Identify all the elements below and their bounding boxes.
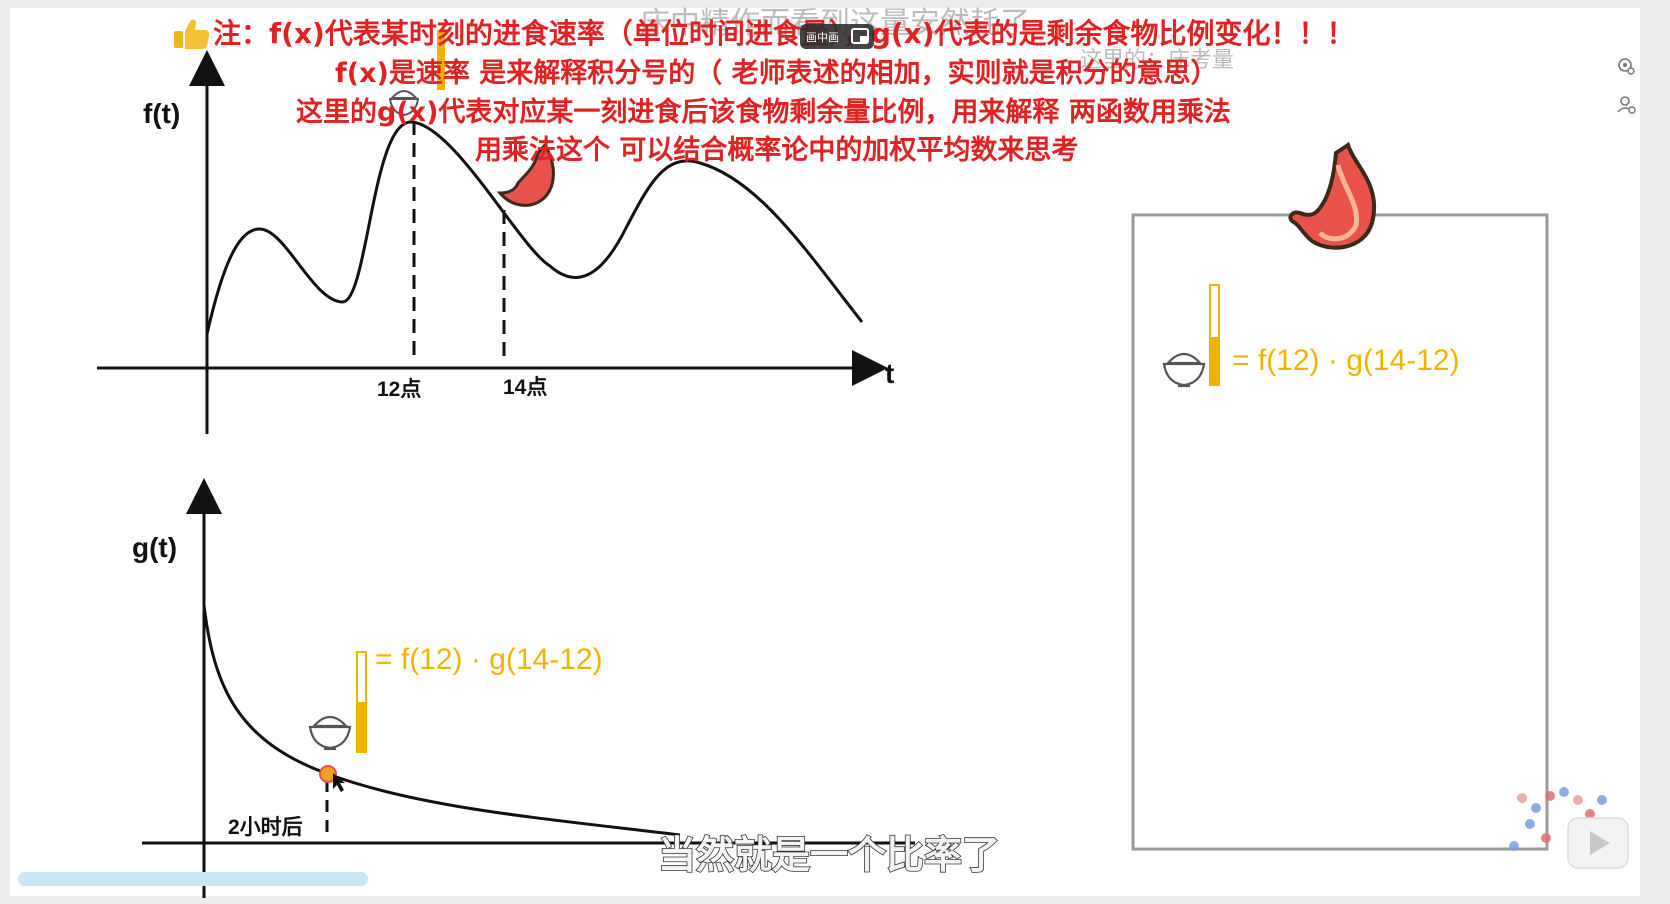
g-portion-bar-fill <box>357 702 366 752</box>
panel-portion-bar-fill <box>1210 337 1219 385</box>
video-subtitle: 当然就是一个比率了 <box>658 833 1000 877</box>
f-tick-12: 12点 <box>377 377 421 401</box>
note-line-1: 注：f(x)代表某时刻的进食速率（单位时间进食量），g(x)代表的是剩余食物比例… <box>213 17 1355 50</box>
panel-formula: = f(12) · g(14-12) <box>1232 344 1460 377</box>
f-x-label: t <box>885 358 894 389</box>
f-tick-14: 14点 <box>503 375 547 399</box>
g-tick-2h: 2小时后 <box>228 816 303 839</box>
note-line-3: 这里的g(x)代表对应某一刻进食后该食物剩余量比例，用来解释 两函数用乘法 <box>296 96 1231 128</box>
blue-swoosh <box>18 872 368 886</box>
f-y-label: f(t) <box>143 98 180 129</box>
pip-button[interactable]: 画中画 <box>800 24 874 49</box>
video-frame: 床中精作而看到这量安然耗了 这里的：床考量 f(t) t 12点 14点 g(t… <box>10 6 1640 898</box>
play-button[interactable] <box>1567 817 1629 869</box>
note-line-2: f(x)是速率 是来解释积分号的（ 老师表述的相加，实则就是积分的意思） <box>335 57 1218 89</box>
note-line-4: 用乘法这个 可以结合概率论中的加权平均数来思考 <box>475 134 1078 166</box>
g-y-label: g(t) <box>132 532 177 563</box>
stomach-panel: = f(12) · g(14-12) <box>1131 141 1549 851</box>
g-formula: = f(12) · g(14-12) <box>375 643 603 676</box>
pip-label: 画中画 <box>806 31 839 44</box>
stomach-container <box>1131 213 1549 851</box>
